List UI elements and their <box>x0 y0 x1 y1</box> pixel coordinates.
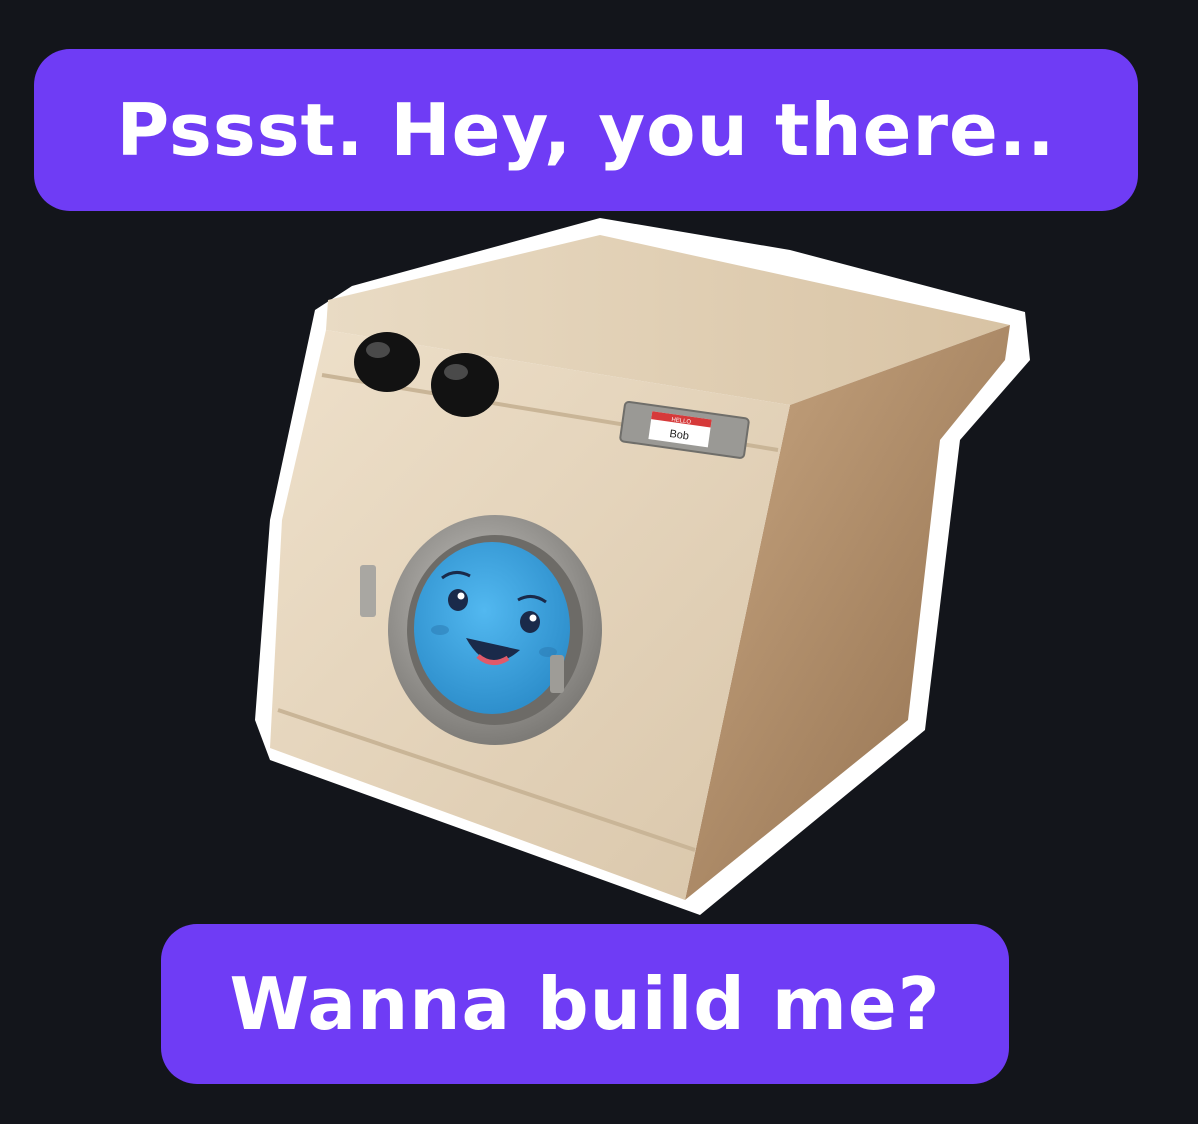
door-hinge <box>360 565 376 617</box>
speech-bubble-bottom: Wanna build me? <box>161 924 1009 1084</box>
speech-text-top: Pssst. Hey, you there.. <box>116 88 1056 172</box>
smiley-face-icon <box>414 542 570 714</box>
knob-icon <box>431 353 499 417</box>
speech-text-bottom: Wanna build me? <box>229 962 941 1046</box>
washing-machine-illustration: HELLO Bob <box>255 218 1030 915</box>
knob-icon <box>354 332 420 392</box>
speech-bubble-top: Pssst. Hey, you there.. <box>34 49 1138 211</box>
door-handle <box>550 655 564 693</box>
